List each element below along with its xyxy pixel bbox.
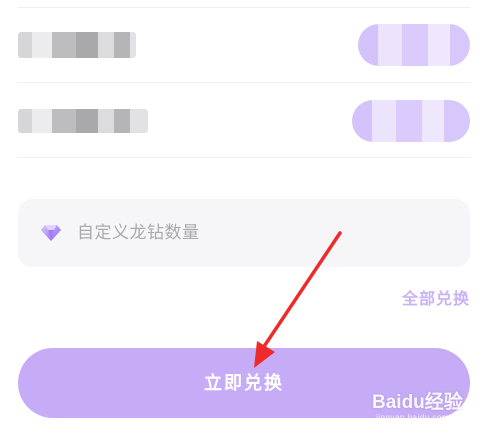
option-label-blurred bbox=[18, 109, 148, 133]
custom-amount-placeholder: 自定义龙钻数量 bbox=[77, 223, 200, 243]
exchange-page: 自定义龙钻数量 全部兑换 立即兑换 Baidu经验 jingyan.baidu.… bbox=[0, 0, 489, 434]
redeem-now-button[interactable]: 立即兑换 bbox=[18, 348, 470, 418]
option-label-blurred bbox=[18, 32, 136, 58]
option-exchange-pill[interactable] bbox=[352, 100, 470, 142]
exchange-option-row bbox=[18, 8, 470, 83]
exchange-option-row bbox=[18, 83, 470, 158]
option-exchange-pill[interactable] bbox=[358, 24, 470, 66]
diamond-icon bbox=[41, 225, 61, 241]
custom-amount-input[interactable]: 自定义龙钻数量 bbox=[18, 199, 470, 267]
exchange-all-link[interactable]: 全部兑换 bbox=[402, 285, 470, 309]
